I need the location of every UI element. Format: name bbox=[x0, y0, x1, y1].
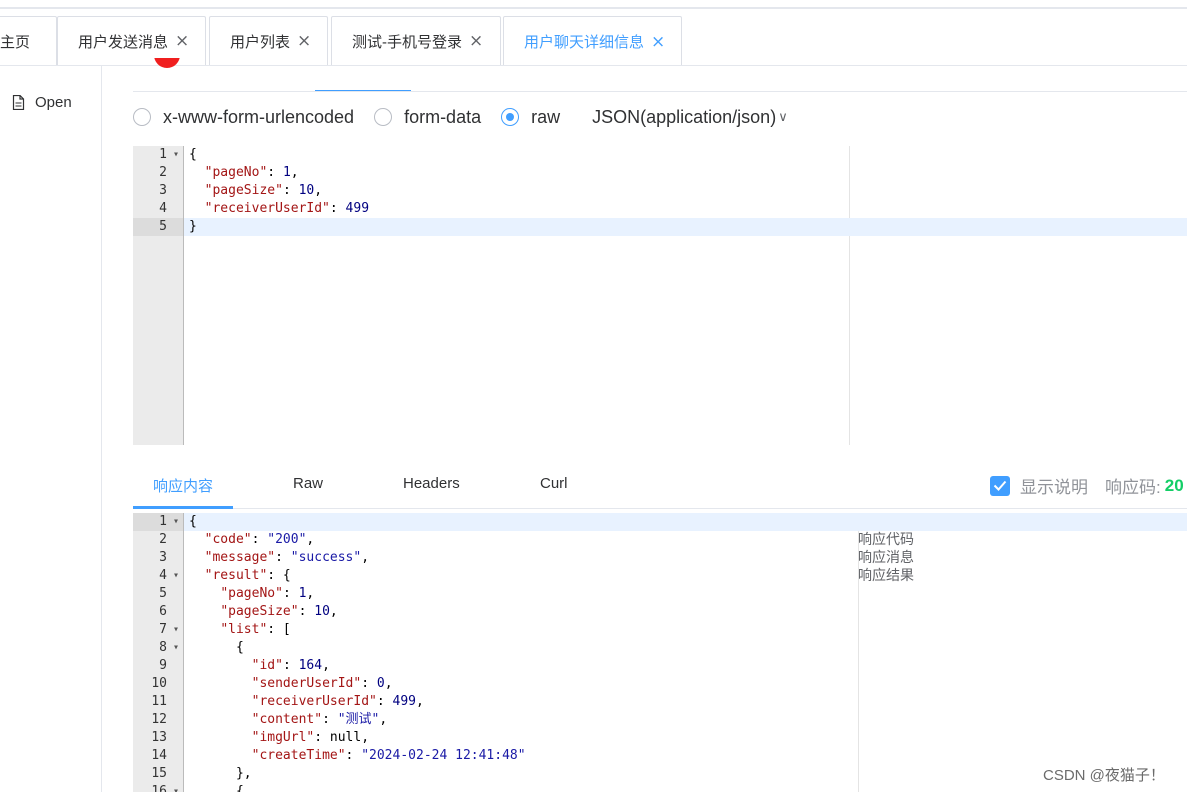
request-subtabs bbox=[152, 58, 1187, 92]
request-body-editor[interactable]: 1 2 3 4 5 { "pageNo": 1, "pageSize": 10,… bbox=[133, 146, 1187, 445]
radio-label: raw bbox=[531, 106, 561, 127]
code-line: { bbox=[189, 147, 197, 162]
code-line: "pageNo": 1, bbox=[220, 586, 315, 601]
code-line: "list": [ bbox=[220, 622, 291, 637]
close-icon[interactable]: × bbox=[651, 32, 665, 52]
code-line: "createTime": "2024-02-24 12:41:48" bbox=[251, 748, 526, 763]
line-number: 1 bbox=[133, 513, 183, 531]
code-line: "pageNo": 1, bbox=[204, 165, 299, 180]
line-number: 10 bbox=[151, 676, 167, 691]
code-line: "pageSize": 10, bbox=[220, 604, 338, 619]
line-number: 16 bbox=[133, 783, 183, 792]
radio-form-data[interactable]: form-data bbox=[374, 107, 481, 128]
code-line: { bbox=[189, 784, 244, 792]
code-line: { bbox=[189, 640, 244, 655]
code-line: }, bbox=[189, 766, 252, 781]
radio-label: x-www-form-urlencoded bbox=[163, 106, 355, 127]
line-number: 9 bbox=[159, 658, 167, 673]
line-number: 4 bbox=[133, 567, 183, 585]
status-code-label: 响应码: bbox=[1105, 478, 1161, 497]
tab-headers[interactable]: Headers bbox=[403, 475, 460, 492]
show-description-toggle: 显示说明 响应码: 20 bbox=[990, 473, 1184, 498]
field-descriptions: 响应代码 响应消息 响应结果 bbox=[858, 530, 914, 584]
editor-gutter: 1 2 3 4 5 6 7 8 9 10 11 12 13 14 15 16 bbox=[133, 513, 184, 792]
checkmark-icon bbox=[993, 480, 1007, 491]
line-number: 6 bbox=[159, 604, 167, 619]
line-number: 2 bbox=[159, 532, 167, 547]
tab-curl[interactable]: Curl bbox=[540, 475, 568, 492]
code-line: "code": "200", bbox=[204, 532, 315, 547]
tab-label: 用户聊天详细信息 bbox=[524, 34, 645, 51]
description-code: 响应代码 bbox=[858, 531, 914, 547]
code-line: "message": "success", bbox=[204, 550, 370, 565]
body-type-selector: x-www-form-urlencoded form-data raw JSON… bbox=[133, 105, 788, 129]
radio-circle bbox=[374, 108, 393, 126]
tab-label: 用户列表 bbox=[230, 33, 291, 51]
tab-label: 用户发送消息 bbox=[78, 33, 169, 51]
code-line: "result": { bbox=[204, 568, 291, 583]
code-line: "receiverUserId": 499, bbox=[251, 694, 424, 709]
status-code-value: 20 bbox=[1164, 475, 1184, 495]
close-icon[interactable]: × bbox=[175, 31, 189, 51]
code-line: "pageSize": 10, bbox=[204, 183, 323, 198]
line-number: 13 bbox=[151, 730, 167, 745]
code-line: "id": 164, bbox=[251, 658, 330, 673]
file-icon bbox=[12, 95, 25, 110]
line-number: 5 bbox=[133, 218, 183, 236]
radio-label: form-data bbox=[404, 106, 482, 127]
line-number: 12 bbox=[151, 712, 167, 727]
response-tab-active-indicator bbox=[133, 506, 233, 509]
chevron-down-icon: ∨ bbox=[778, 109, 788, 124]
line-number: 4 bbox=[159, 201, 167, 216]
line-number: 11 bbox=[151, 694, 167, 709]
tab-label: 测试-手机号登录 bbox=[352, 33, 462, 51]
code-line: "senderUserId": 0, bbox=[251, 676, 393, 691]
line-number: 15 bbox=[151, 766, 167, 781]
watermark: CSDN @夜猫子！ bbox=[1043, 767, 1165, 784]
close-icon[interactable]: × bbox=[297, 31, 311, 51]
description-result: 响应结果 bbox=[858, 567, 914, 583]
code-line: "content": "测试", bbox=[251, 712, 388, 727]
editor-content: { "code": "200", "message": "success", "… bbox=[184, 513, 1187, 792]
show-description-label: 显示说明 bbox=[1020, 478, 1088, 497]
content-type-select[interactable]: JSON(application/json) ∨ bbox=[592, 107, 788, 128]
tab-raw[interactable]: Raw bbox=[293, 475, 323, 492]
code-line: "imgUrl": null, bbox=[251, 730, 370, 745]
code-line: { bbox=[184, 513, 1187, 531]
editor-gutter: 1 2 3 4 5 bbox=[133, 146, 184, 445]
tab-home[interactable]: 主页 bbox=[0, 16, 57, 65]
line-number: 3 bbox=[159, 183, 167, 198]
line-number: 1 bbox=[133, 146, 183, 164]
line-number: 7 bbox=[133, 621, 183, 639]
radio-circle bbox=[133, 108, 151, 126]
sidebar-item-open[interactable]: Open bbox=[12, 94, 72, 111]
sidebar-divider bbox=[101, 66, 102, 792]
line-number: 2 bbox=[159, 165, 167, 180]
status-dot bbox=[154, 58, 180, 68]
subtab-divider bbox=[133, 91, 1187, 92]
select-value: JSON(application/json) bbox=[592, 106, 777, 127]
description-message: 响应消息 bbox=[858, 549, 914, 565]
line-number: 3 bbox=[159, 550, 167, 565]
editor-content: { "pageNo": 1, "pageSize": 10, "receiver… bbox=[184, 146, 1187, 236]
radio-x-www-form-urlencoded[interactable]: x-www-form-urlencoded bbox=[133, 107, 354, 128]
tab-response-content[interactable]: 响应内容 bbox=[153, 475, 213, 496]
radio-circle bbox=[501, 108, 520, 126]
response-tabs-divider bbox=[133, 508, 1187, 509]
tab-label: 主页 bbox=[0, 33, 31, 51]
show-description-checkbox[interactable] bbox=[990, 475, 1010, 496]
code-line: } bbox=[184, 218, 1187, 236]
line-number: 14 bbox=[151, 748, 167, 763]
line-number: 8 bbox=[133, 639, 183, 657]
radio-raw[interactable]: raw bbox=[501, 107, 560, 128]
response-body-editor[interactable]: 1 2 3 4 5 6 7 8 9 10 11 12 13 14 15 16 {… bbox=[133, 513, 1187, 792]
sidebar-item-label: Open bbox=[35, 94, 72, 111]
code-line: "receiverUserId": 499 bbox=[204, 201, 370, 216]
top-border bbox=[0, 7, 1187, 9]
line-number: 5 bbox=[159, 586, 167, 601]
close-icon[interactable]: × bbox=[469, 31, 483, 51]
